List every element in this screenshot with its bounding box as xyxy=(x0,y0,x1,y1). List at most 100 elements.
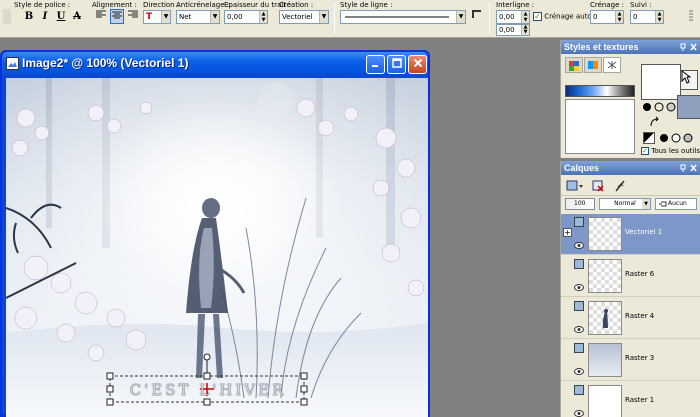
crenage-value: 0 xyxy=(593,13,598,21)
layer-name: Vectoriel 1 xyxy=(625,228,663,236)
bold-button[interactable]: B xyxy=(22,9,36,24)
eye-icon[interactable] xyxy=(574,284,584,291)
auto-kerning-label: Crénage auto xyxy=(544,12,592,21)
vector-layer-icon xyxy=(574,217,584,227)
text-direction-icon: T xyxy=(146,12,153,22)
line-style-label: Style de ligne : xyxy=(340,1,393,9)
strikethrough-button[interactable]: A xyxy=(70,9,84,24)
blend-mode-dropdown[interactable]: Normal ▼ xyxy=(599,198,651,210)
auto-kerning-checkbox[interactable]: ✓ Crénage auto xyxy=(533,12,592,21)
new-layer-button[interactable] xyxy=(565,179,585,193)
all-tools-checkbox[interactable]: ✓ Tous les outils xyxy=(641,147,700,155)
kerning-input[interactable]: 0,00 ▲ ▼ xyxy=(496,24,530,36)
stroke-width-value: 0,00 xyxy=(227,13,243,21)
image-document-window[interactable]: Image2* @ 100% (Vectoriel 1) C'EST L'HIV… xyxy=(0,50,430,417)
spinner-icon: ▲ ▼ xyxy=(259,11,267,23)
toolbar-separator xyxy=(334,3,335,33)
layer-row-raster-3[interactable]: Raster 3 xyxy=(561,340,700,381)
layers-list: + Vectoriel 1 Raster 6 Raster 4 Raster 3 xyxy=(561,214,700,417)
close-icon xyxy=(413,58,422,68)
toolbar-grip-icon xyxy=(689,10,693,21)
leading-value: 0,00 xyxy=(499,13,515,21)
pattern-icon xyxy=(607,61,617,69)
delete-layer-button[interactable] xyxy=(591,179,605,193)
image-window-title: Image2* @ 100% (Vectoriel 1) xyxy=(22,56,189,70)
layer-thumbnail xyxy=(588,217,622,251)
image-window-titlebar[interactable]: Image2* @ 100% (Vectoriel 1) xyxy=(2,52,428,76)
raster-layer-icon xyxy=(574,301,584,311)
close-button[interactable] xyxy=(408,55,427,74)
lock-dropdown[interactable]: Aucun xyxy=(655,198,697,210)
texture-options-row[interactable] xyxy=(659,133,699,143)
tab-rainbow[interactable] xyxy=(584,57,602,73)
rainbow-icon xyxy=(588,61,598,69)
crenage-input[interactable]: 0 ▲ ▼ xyxy=(590,10,624,24)
italic-button[interactable]: I xyxy=(38,9,52,24)
girl-figure-thumbnail xyxy=(602,309,608,328)
tab-swatches[interactable] xyxy=(565,57,583,73)
minimize-button[interactable] xyxy=(366,55,385,74)
layer-options-row: 100 Normal ▼ Aucun xyxy=(561,197,700,211)
toolbar-more-button[interactable] xyxy=(684,9,698,24)
panel-pin-close-icon[interactable] xyxy=(678,42,698,52)
stroke-color-swatch[interactable] xyxy=(677,95,700,119)
align-left-button[interactable] xyxy=(94,9,108,24)
raster-layer-icon xyxy=(574,259,584,269)
antialias-value: Net xyxy=(179,13,192,21)
texture-swatch[interactable] xyxy=(643,132,655,144)
image-document-icon xyxy=(6,57,19,70)
layer-row-raster-1[interactable]: Raster 1 xyxy=(561,382,700,417)
eye-icon[interactable] xyxy=(574,368,584,375)
opacity-input[interactable]: 100 xyxy=(565,198,595,210)
opacity-value: 100 xyxy=(574,200,586,207)
new-layer-icon xyxy=(566,180,583,191)
line-style-options-button[interactable] xyxy=(470,9,484,24)
swap-colors-icon[interactable] xyxy=(649,116,661,128)
styles-panel-header[interactable]: Styles et textures xyxy=(561,40,700,54)
toolbar-grip[interactable] xyxy=(3,9,11,24)
stroke-width-input[interactable]: 0,00 ▲ ▼ xyxy=(224,10,268,24)
link-icon xyxy=(659,201,667,207)
layer-row-vectoriel-1[interactable]: + Vectoriel 1 xyxy=(561,214,700,255)
foreground-swatch[interactable] xyxy=(641,64,681,100)
line-style-dropdown[interactable]: ▼ xyxy=(340,10,466,24)
panel-pin-close-icon[interactable] xyxy=(678,163,698,173)
layer-row-raster-4[interactable]: Raster 4 xyxy=(561,298,700,339)
align-right-button[interactable] xyxy=(126,9,140,24)
color-picker-strip[interactable] xyxy=(565,85,635,97)
tab-patterns[interactable] xyxy=(603,57,621,73)
all-tools-label: Tous les outils xyxy=(651,147,700,155)
texture-icons xyxy=(660,133,693,143)
brush-icon xyxy=(615,180,625,192)
image-canvas[interactable]: C'EST L'HIVER xyxy=(6,78,428,417)
antialias-label: Anticrénelage : xyxy=(176,1,230,9)
direction-label: Direction : xyxy=(143,1,180,9)
checkbox-checked-icon: ✓ xyxy=(533,12,542,21)
kerning-value: 0,00 xyxy=(499,26,515,34)
align-center-button[interactable] xyxy=(110,9,124,24)
text-object-content: C'EST L'HIVER xyxy=(129,381,287,399)
layers-panel-header[interactable]: Calques xyxy=(561,161,700,175)
leading-input[interactable]: 0,00 ▲ ▼ xyxy=(496,10,530,24)
eye-icon[interactable] xyxy=(574,326,584,333)
layer-thumbnail xyxy=(588,301,622,335)
tracking-input[interactable]: 0 ▲ ▼ xyxy=(630,10,664,24)
creation-dropdown[interactable]: Vectoriel ▼ xyxy=(279,10,329,24)
underline-button[interactable]: U xyxy=(54,9,68,24)
layer-row-raster-6[interactable]: Raster 6 xyxy=(561,256,700,297)
line-style-preview xyxy=(345,16,449,18)
layer-name: Raster 1 xyxy=(625,396,655,404)
eye-icon[interactable] xyxy=(574,242,584,249)
expand-icon[interactable]: + xyxy=(563,228,572,237)
layer-properties-button[interactable] xyxy=(613,179,627,193)
spinner-icon: ▲ ▼ xyxy=(521,25,529,35)
color-picker-area[interactable] xyxy=(565,99,635,154)
maximize-icon xyxy=(391,58,402,68)
chevron-down-icon: ▼ xyxy=(319,11,328,23)
layers-toolbar xyxy=(561,176,700,196)
eye-icon[interactable] xyxy=(574,410,584,417)
maximize-button[interactable] xyxy=(387,55,406,74)
checkbox-checked-icon: ✓ xyxy=(641,147,649,155)
direction-dropdown[interactable]: T ▼ xyxy=(143,10,171,24)
antialias-dropdown[interactable]: Net ▼ xyxy=(176,10,220,24)
